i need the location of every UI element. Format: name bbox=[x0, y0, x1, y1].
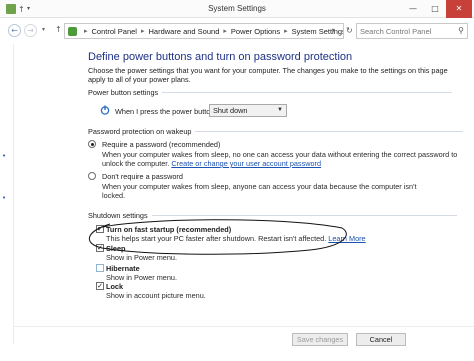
breadcrumb-system-settings[interactable]: System Settings bbox=[292, 27, 343, 36]
divider bbox=[162, 92, 453, 93]
minimize-button[interactable]: — bbox=[402, 0, 424, 18]
require-password-radio[interactable] bbox=[88, 140, 96, 148]
change-password-link[interactable]: Create or change your user account passw… bbox=[171, 159, 321, 168]
select-value: Shut down bbox=[213, 106, 248, 115]
annotation-ellipse bbox=[89, 219, 347, 255]
hibernate-checkbox[interactable] bbox=[96, 264, 104, 272]
dont-require-password-description: When your computer wakes from sleep, any… bbox=[102, 182, 417, 200]
power-icon bbox=[100, 105, 110, 115]
hibernate-label[interactable]: Hibernate bbox=[106, 264, 140, 273]
breadcrumb-hardware-and-sound[interactable]: Hardware and Sound bbox=[148, 27, 219, 36]
lock-label[interactable]: Lock bbox=[106, 282, 123, 291]
save-changes-button[interactable]: Save changes bbox=[292, 333, 348, 346]
lock-checkbox[interactable]: ✓ bbox=[96, 282, 104, 290]
group-title-text: Password protection on wakeup bbox=[88, 127, 192, 136]
power-button-label: When I press the power button: bbox=[115, 107, 217, 116]
cancel-button[interactable]: Cancel bbox=[356, 333, 406, 346]
require-password-label[interactable]: Require a password (recommended) bbox=[102, 140, 220, 149]
password-group-title: Password protection on wakeup bbox=[88, 127, 464, 136]
address-history-icon[interactable]: ▾ bbox=[332, 27, 335, 34]
main-content: Define power buttons and turn on passwor… bbox=[70, 44, 470, 344]
address-bar[interactable]: ▸ Control Panel ▸ Hardware and Sound ▸ P… bbox=[64, 23, 344, 39]
lock-description: Show in account picture menu. bbox=[106, 291, 206, 300]
breadcrumb-power-options[interactable]: Power Options bbox=[231, 27, 280, 36]
forward-icon[interactable]: → bbox=[24, 24, 37, 37]
title-bar: ↑ ▾ System Settings — □ ✕ bbox=[0, 0, 474, 18]
divider bbox=[195, 131, 464, 132]
breadcrumb-separator[interactable]: ▸ bbox=[223, 27, 227, 35]
back-icon[interactable]: ← bbox=[8, 24, 21, 37]
breadcrumb-control-panel[interactable]: Control Panel bbox=[92, 27, 137, 36]
up-icon[interactable]: ↑ bbox=[55, 25, 62, 34]
breadcrumb-separator[interactable]: ▸ bbox=[84, 27, 88, 35]
require-password-description: When your computer wakes from sleep, no … bbox=[102, 150, 464, 168]
control-panel-icon bbox=[68, 26, 77, 36]
power-button-group-title: Power button settings bbox=[88, 88, 453, 97]
dont-require-password-radio[interactable] bbox=[88, 172, 96, 180]
footer-bar: Save changes Cancel bbox=[14, 326, 474, 348]
search-icon[interactable]: ⚲ bbox=[458, 26, 464, 35]
group-title-text: Power button settings bbox=[88, 88, 159, 97]
dont-require-password-label[interactable]: Don't require a password bbox=[102, 172, 183, 181]
hibernate-description: Show in Power menu. bbox=[106, 273, 177, 282]
navigation-bar: ← → ▾ ↑ ▸ Control Panel ▸ Hardware and S… bbox=[0, 18, 474, 44]
page-title: Define power buttons and turn on passwor… bbox=[88, 51, 353, 63]
search-input[interactable] bbox=[360, 25, 455, 37]
power-button-action-select[interactable]: Shut down ▼ bbox=[209, 104, 287, 117]
pane-marker-icon: • bbox=[2, 152, 7, 160]
maximize-button[interactable]: □ bbox=[424, 0, 446, 18]
close-button[interactable]: ✕ bbox=[446, 0, 472, 18]
chevron-down-icon: ▼ bbox=[277, 107, 283, 113]
recent-locations-icon[interactable]: ▾ bbox=[42, 26, 45, 33]
search-box[interactable]: ⚲ bbox=[356, 23, 468, 39]
pane-marker-icon: • bbox=[2, 194, 7, 202]
navigation-pane-edge: • • bbox=[0, 44, 14, 344]
page-description: Choose the power settings that you want … bbox=[88, 66, 448, 84]
breadcrumb-separator[interactable]: ▸ bbox=[141, 27, 145, 35]
breadcrumb-separator[interactable]: ▸ bbox=[284, 27, 288, 35]
window-bottom-edge bbox=[0, 348, 474, 361]
refresh-icon[interactable]: ↻ bbox=[346, 26, 353, 35]
